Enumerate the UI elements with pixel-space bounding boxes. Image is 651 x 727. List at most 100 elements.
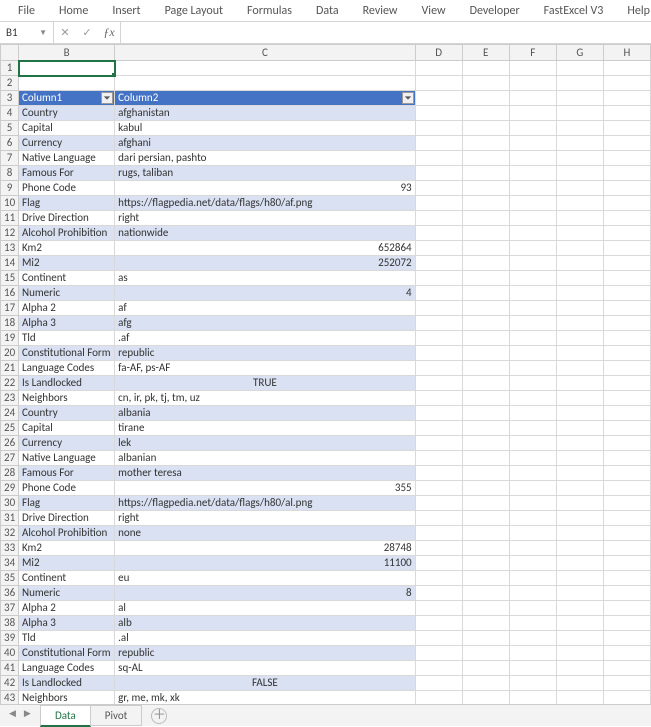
column-header-F[interactable]: F [509, 45, 556, 61]
row-header-25[interactable]: 25 [1, 421, 19, 436]
cell-B14[interactable]: Mi2 [19, 256, 115, 271]
row-header-29[interactable]: 29 [1, 481, 19, 496]
cell-G28[interactable] [556, 466, 603, 481]
cell-H42[interactable] [603, 676, 650, 691]
row-header-28[interactable]: 28 [1, 466, 19, 481]
cell-H8[interactable] [603, 166, 650, 181]
cell-E22[interactable] [462, 376, 509, 391]
cell-E36[interactable] [462, 586, 509, 601]
cell-C12[interactable]: nationwide [115, 226, 415, 241]
cell-E10[interactable] [462, 196, 509, 211]
cell-C8[interactable]: rugs, taliban [115, 166, 415, 181]
enter-icon[interactable]: ✓ [76, 26, 98, 39]
cell-D15[interactable] [415, 271, 462, 286]
cell-C42[interactable]: FALSE [115, 676, 415, 691]
cell-B6[interactable]: Currency [19, 136, 115, 151]
cell-C9[interactable]: 93 [115, 181, 415, 196]
cell-H23[interactable] [603, 391, 650, 406]
cell-F29[interactable] [509, 481, 556, 496]
cell-F6[interactable] [509, 136, 556, 151]
cell-G18[interactable] [556, 316, 603, 331]
cell-C38[interactable]: alb [115, 616, 415, 631]
cell-E21[interactable] [462, 361, 509, 376]
cell-B10[interactable]: Flag [19, 196, 115, 211]
cell-H21[interactable] [603, 361, 650, 376]
row-header-19[interactable]: 19 [1, 331, 19, 346]
cell-F2[interactable] [509, 76, 556, 91]
cell-F19[interactable] [509, 331, 556, 346]
cell-F7[interactable] [509, 151, 556, 166]
cell-G27[interactable] [556, 451, 603, 466]
cell-G30[interactable] [556, 496, 603, 511]
cell-G1[interactable] [556, 61, 603, 76]
cell-D6[interactable] [415, 136, 462, 151]
cell-F24[interactable] [509, 406, 556, 421]
row-header-32[interactable]: 32 [1, 526, 19, 541]
column-header-E[interactable]: E [462, 45, 509, 61]
cell-H2[interactable] [603, 76, 650, 91]
cell-G8[interactable] [556, 166, 603, 181]
row-header-1[interactable]: 1 [1, 61, 19, 76]
cell-B18[interactable]: Alpha 3 [19, 316, 115, 331]
cell-D5[interactable] [415, 121, 462, 136]
cell-D12[interactable] [415, 226, 462, 241]
cell-F42[interactable] [509, 676, 556, 691]
ribbon-tab-help[interactable]: Help [615, 1, 651, 21]
cell-E3[interactable] [462, 91, 509, 106]
cell-F22[interactable] [509, 376, 556, 391]
row-header-7[interactable]: 7 [1, 151, 19, 166]
cell-F9[interactable] [509, 181, 556, 196]
cell-B36[interactable]: Numeric [19, 586, 115, 601]
cell-F28[interactable] [509, 466, 556, 481]
cell-D4[interactable] [415, 106, 462, 121]
row-header-14[interactable]: 14 [1, 256, 19, 271]
cell-D3[interactable] [415, 91, 462, 106]
cell-E5[interactable] [462, 121, 509, 136]
cell-C21[interactable]: fa-AF, ps-AF [115, 361, 415, 376]
cell-H1[interactable] [603, 61, 650, 76]
cell-G21[interactable] [556, 361, 603, 376]
cell-G38[interactable] [556, 616, 603, 631]
cell-D16[interactable] [415, 286, 462, 301]
cell-F8[interactable] [509, 166, 556, 181]
cell-E30[interactable] [462, 496, 509, 511]
cell-F14[interactable] [509, 256, 556, 271]
cell-E18[interactable] [462, 316, 509, 331]
cell-C17[interactable]: af [115, 301, 415, 316]
cell-C14[interactable]: 252072 [115, 256, 415, 271]
cell-E43[interactable] [462, 691, 509, 705]
cell-H18[interactable] [603, 316, 650, 331]
cell-H37[interactable] [603, 601, 650, 616]
row-header-22[interactable]: 22 [1, 376, 19, 391]
row-header-6[interactable]: 6 [1, 136, 19, 151]
cell-F31[interactable] [509, 511, 556, 526]
row-header-20[interactable]: 20 [1, 346, 19, 361]
cell-C24[interactable]: albania [115, 406, 415, 421]
cell-F12[interactable] [509, 226, 556, 241]
row-header-38[interactable]: 38 [1, 616, 19, 631]
cell-D37[interactable] [415, 601, 462, 616]
filter-dropdown-icon[interactable] [402, 92, 414, 104]
cell-E35[interactable] [462, 571, 509, 586]
cell-E39[interactable] [462, 631, 509, 646]
cell-F21[interactable] [509, 361, 556, 376]
cell-H24[interactable] [603, 406, 650, 421]
cell-E11[interactable] [462, 211, 509, 226]
cell-B12[interactable]: Alcohol Prohibition [19, 226, 115, 241]
cell-C3[interactable]: Column2 [115, 91, 415, 106]
cell-B39[interactable]: Tld [19, 631, 115, 646]
cell-E25[interactable] [462, 421, 509, 436]
cell-E12[interactable] [462, 226, 509, 241]
cell-D29[interactable] [415, 481, 462, 496]
cell-D11[interactable] [415, 211, 462, 226]
cell-B22[interactable]: Is Landlocked [19, 376, 115, 391]
cell-B25[interactable]: Capital [19, 421, 115, 436]
cell-D39[interactable] [415, 631, 462, 646]
row-header-9[interactable]: 9 [1, 181, 19, 196]
cell-C30[interactable]: https://flagpedia.net/data/flags/h80/al.… [115, 496, 415, 511]
cell-G32[interactable] [556, 526, 603, 541]
cell-B8[interactable]: Famous For [19, 166, 115, 181]
cell-F15[interactable] [509, 271, 556, 286]
cell-B13[interactable]: Km2 [19, 241, 115, 256]
cell-C25[interactable]: tirane [115, 421, 415, 436]
